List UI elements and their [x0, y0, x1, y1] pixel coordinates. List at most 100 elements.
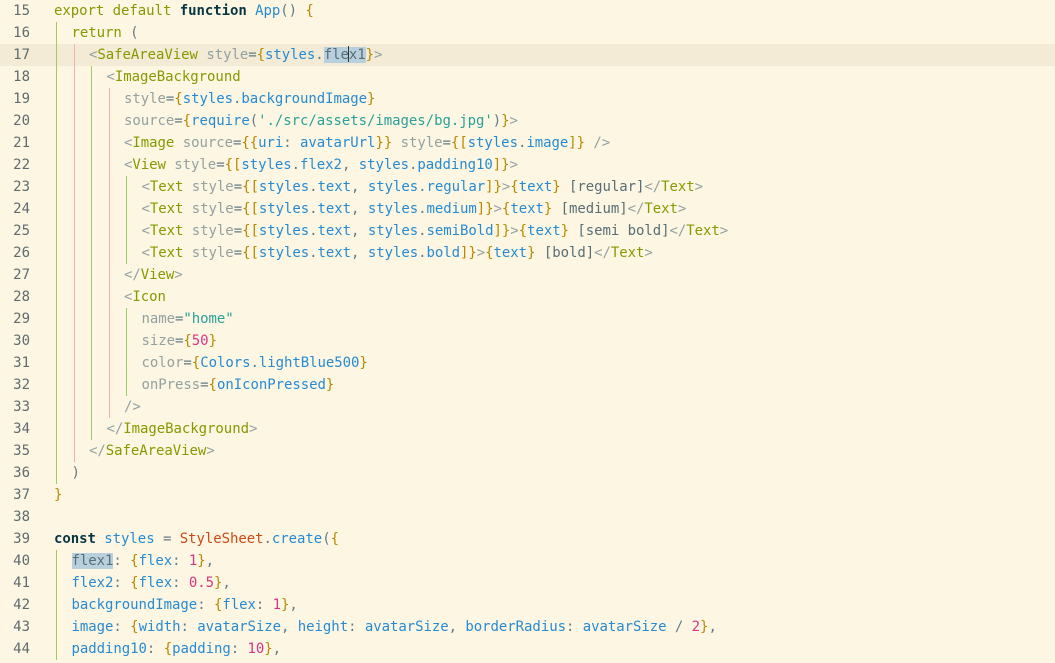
- code-text: source={require('./src/assets/images/bg.…: [124, 110, 518, 132]
- code-token: ,: [351, 245, 368, 261]
- code-token: Text: [149, 201, 184, 217]
- code-text: flex2: {flex: 0.5},: [72, 572, 231, 594]
- indent-guide: [126, 352, 127, 374]
- code-token: ,: [351, 223, 368, 239]
- code-token: Text: [686, 223, 720, 239]
- indent-guide: [56, 616, 57, 638]
- indent-guide: [91, 418, 92, 440]
- code-line[interactable]: 42 backgroundImage: {flex: 1},: [0, 594, 1055, 616]
- code-token: ,: [281, 619, 298, 635]
- code-line[interactable]: 41 flex2: {flex: 0.5},: [0, 572, 1055, 594]
- code-token: View: [132, 157, 166, 173]
- indent-guide: [73, 220, 75, 242]
- code-line[interactable]: 21 <Image source={{uri: avatarUrl}} style…: [0, 132, 1055, 154]
- code-line[interactable]: 44 padding10: {padding: 10},: [0, 638, 1055, 660]
- code-line[interactable]: 28 <Icon: [0, 286, 1055, 308]
- code-token: {[: [242, 201, 259, 217]
- code-token: style: [191, 179, 234, 195]
- code-text: style={styles.backgroundImage}: [124, 88, 375, 110]
- code-token: bold: [426, 245, 460, 261]
- code-token: styles: [367, 223, 419, 239]
- line-number: 39: [13, 531, 30, 547]
- code-token: onPress: [141, 377, 201, 393]
- code-text: image: {width: avatarSize, height: avata…: [72, 616, 717, 638]
- code-token: ]}: [568, 135, 586, 151]
- code-line[interactable]: 43 image: {width: avatarSize, height: ava…: [0, 616, 1055, 638]
- code-token: image: [71, 619, 114, 635]
- code-line[interactable]: 22 <View style={[styles.flex2, styles.pad…: [0, 154, 1055, 176]
- code-token: }: [365, 47, 374, 63]
- code-line[interactable]: 15 export default function App() {: [0, 0, 1055, 22]
- code-token: }: [560, 223, 569, 239]
- code-line[interactable]: 18 <ImageBackground: [0, 66, 1055, 88]
- code-line[interactable]: 17 <SafeAreaView style={styles.flex1}>: [0, 44, 1055, 66]
- indent-guide: [73, 374, 75, 396]
- code-line[interactable]: 23 <Text style={[styles.text, styles.regu…: [0, 176, 1055, 198]
- selection-highlight: flex1: [71, 553, 114, 569]
- code-token: styles: [182, 91, 233, 107]
- code-line[interactable]: 31 color={Colors.lightBlue500}: [0, 352, 1055, 374]
- code-token: ImageBackground: [114, 69, 241, 85]
- code-token: :: [113, 619, 131, 635]
- line-number: 35: [13, 443, 30, 459]
- code-token: return: [71, 25, 122, 41]
- code-line[interactable]: 38: [0, 506, 1055, 528]
- code-token: ,: [341, 157, 359, 173]
- code-line[interactable]: 33 />: [0, 396, 1055, 418]
- code-token: {[: [242, 223, 259, 239]
- selection-highlight: x1: [348, 47, 366, 63]
- indent-guide: [73, 330, 75, 352]
- code-token: =: [233, 245, 243, 261]
- code-token: >: [510, 223, 519, 239]
- code-text: <SafeAreaView style={styles.flex1}>: [89, 44, 382, 66]
- code-token: {[: [450, 135, 468, 151]
- code-token: =: [248, 47, 257, 63]
- code-line[interactable]: 40 flex1: {flex: 1},: [0, 550, 1055, 572]
- code-line[interactable]: 30 size={50}: [0, 330, 1055, 352]
- indent-guide: [56, 132, 57, 154]
- code-token: function: [179, 3, 247, 19]
- code-line[interactable]: 36): [0, 462, 1055, 484]
- code-line[interactable]: 24 <Text style={[styles.text, styles.medi…: [0, 198, 1055, 220]
- line-number: 41: [13, 575, 30, 591]
- indent-guide: [56, 88, 57, 110]
- line-number: 19: [13, 91, 30, 107]
- code-token: 0.5: [188, 575, 214, 591]
- code-token: :: [172, 553, 189, 569]
- line-number: 32: [13, 377, 30, 393]
- indent-guide: [91, 198, 92, 220]
- code-token: flex: [222, 597, 256, 613]
- code-line[interactable]: 34 </ImageBackground>: [0, 418, 1055, 440]
- code-line[interactable]: 39 const styles = StyleSheet.create({: [0, 528, 1055, 550]
- indent-guide: [73, 110, 75, 132]
- code-line[interactable]: 16 return (: [0, 22, 1055, 44]
- indent-guide: [73, 66, 75, 88]
- code-token: {: [182, 113, 192, 129]
- code-line[interactable]: 29 name="home": [0, 308, 1055, 330]
- code-line[interactable]: 19 style={styles.backgroundImage}: [0, 88, 1055, 110]
- code-text: color={Colors.lightBlue500}: [142, 352, 368, 374]
- code-line[interactable]: 25 <Text style={[styles.text, styles.semi…: [0, 220, 1055, 242]
- code-line[interactable]: 35 </SafeAreaView>: [0, 440, 1055, 462]
- code-token: :: [172, 575, 189, 591]
- code-line[interactable]: 20 source={require('./src/assets/images/b…: [0, 110, 1055, 132]
- code-line[interactable]: 32 onPress={onIconPressed}: [0, 374, 1055, 396]
- code-token: :: [113, 575, 131, 591]
- code-line[interactable]: 26 <Text style={[styles.text, styles.bold…: [0, 242, 1055, 264]
- code-line[interactable]: 27 </View>: [0, 264, 1055, 286]
- indent-guide: [108, 242, 110, 264]
- code-line[interactable]: 37}: [0, 484, 1055, 506]
- code-editor[interactable]: 15 export default function App() {16 retur…: [0, 0, 1055, 663]
- code-token: styles: [258, 201, 310, 217]
- code-token: 50: [191, 333, 209, 349]
- code-token: =: [154, 531, 180, 547]
- indent-guide: [56, 154, 57, 176]
- indent-guide: [108, 308, 110, 330]
- indent-guide: [73, 418, 75, 440]
- code-token: }: [208, 333, 217, 349]
- indent-guide: [56, 396, 57, 418]
- code-token: {: [510, 179, 519, 195]
- code-token: semiBold: [426, 223, 494, 239]
